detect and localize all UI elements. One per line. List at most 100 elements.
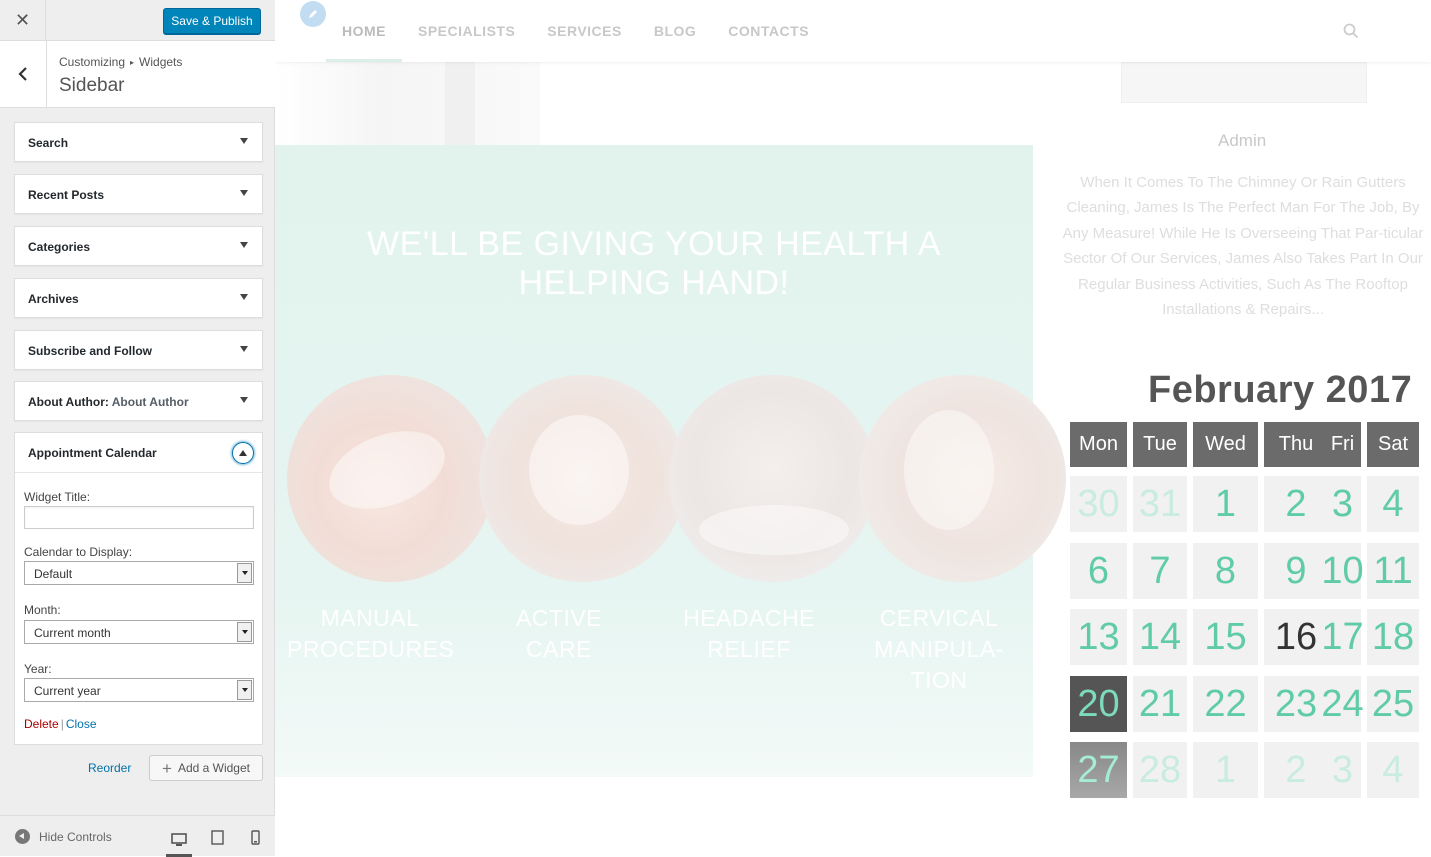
year-select[interactable]: Current year bbox=[24, 678, 254, 702]
service-label[interactable]: CERVICAL MANIPULA- TION bbox=[856, 603, 1022, 696]
widget-subscribe-follow[interactable]: Subscribe and Follow bbox=[14, 330, 263, 370]
add-widget-label: Add a Widget bbox=[177, 761, 250, 775]
calendar-day[interactable]: 27 bbox=[1070, 742, 1127, 798]
breadcrumb: Customizing ▸ Widgets bbox=[59, 55, 182, 69]
year-label: Year: bbox=[24, 662, 52, 676]
calendar-day[interactable]: 2 bbox=[1264, 476, 1328, 532]
service-image-active-care[interactable] bbox=[479, 375, 686, 582]
calendar-day[interactable]: 1 bbox=[1193, 742, 1258, 798]
widget-categories[interactable]: Categories bbox=[14, 226, 263, 266]
widget-header[interactable]: Appointment Calendar bbox=[15, 433, 262, 473]
back-button[interactable] bbox=[0, 41, 47, 107]
calendar-day[interactable]: 3 bbox=[1324, 742, 1361, 798]
calendar-day[interactable]: 2 bbox=[1264, 742, 1328, 798]
calendar-day[interactable]: 1 bbox=[1193, 476, 1258, 532]
calendar-day[interactable]: 18 bbox=[1367, 609, 1419, 665]
calendar-weekday-header: Fri bbox=[1324, 422, 1361, 467]
close-icon[interactable]: ✕ bbox=[0, 0, 46, 41]
service-label[interactable]: ACTIVE CARE bbox=[476, 603, 642, 665]
caret-down-icon[interactable] bbox=[240, 294, 248, 300]
calendar-day[interactable]: 11 bbox=[1367, 543, 1419, 599]
calendar-day[interactable]: 10 bbox=[1321, 543, 1364, 599]
service-label-line: TION bbox=[910, 667, 968, 693]
widget-search[interactable]: Search bbox=[14, 122, 263, 162]
service-label-line: MANUAL bbox=[320, 605, 420, 631]
calendar-day[interactable]: 16 bbox=[1264, 609, 1328, 665]
calendar-day[interactable]: 4 bbox=[1367, 742, 1419, 798]
calendar-day[interactable]: 20 bbox=[1070, 676, 1127, 732]
services-banner: WE'LL BE GIVING YOUR HEALTH A HELPING HA… bbox=[275, 145, 1066, 777]
customizer-panel: ✕ Save & Publish Customizing ▸ Widgets Sid… bbox=[0, 0, 275, 857]
calendar-day[interactable]: 22 bbox=[1193, 676, 1258, 732]
calendar-day[interactable]: 17 bbox=[1321, 609, 1364, 665]
hide-controls-button[interactable]: Hide Controls bbox=[15, 829, 112, 844]
customizer-topbar: ✕ Save & Publish bbox=[0, 0, 275, 41]
desktop-preview-icon[interactable] bbox=[166, 826, 192, 857]
calendar-day[interactable]: 24 bbox=[1321, 676, 1364, 732]
calendar-day[interactable]: 21 bbox=[1133, 676, 1187, 732]
widget-about-author[interactable]: About Author: About Author bbox=[14, 381, 263, 421]
caret-down-icon[interactable] bbox=[240, 190, 248, 196]
reorder-link[interactable]: Reorder bbox=[88, 761, 131, 775]
site-navigation: HOME SPECIALISTS SERVICES BLOG CONTACTS bbox=[275, 0, 1431, 62]
calendar-day[interactable]: 4 bbox=[1367, 476, 1419, 532]
service-image-headache-relief[interactable] bbox=[669, 375, 876, 582]
calendar-day[interactable]: 3 bbox=[1324, 476, 1361, 532]
nav-item-services[interactable]: SERVICES bbox=[531, 0, 638, 62]
nav-item-contacts[interactable]: CONTACTS bbox=[712, 0, 825, 62]
breadcrumb-separator-icon: ▸ bbox=[130, 58, 135, 67]
widget-title: Archives bbox=[28, 292, 79, 306]
calendar-day[interactable]: 6 bbox=[1070, 543, 1127, 599]
service-image-manual-procedures[interactable] bbox=[287, 375, 494, 582]
calendar-day[interactable]: 28 bbox=[1133, 742, 1187, 798]
widget-title-input[interactable] bbox=[24, 506, 254, 529]
dropdown-arrow-icon[interactable] bbox=[237, 563, 252, 583]
collapse-toggle-icon[interactable] bbox=[232, 442, 254, 464]
widget-title: About Author: About Author bbox=[28, 395, 189, 409]
calendar-day[interactable]: 9 bbox=[1264, 543, 1328, 599]
month-select[interactable]: Current month bbox=[24, 620, 254, 644]
calendar-day[interactable]: 25 bbox=[1367, 676, 1419, 732]
widget-title: Categories bbox=[28, 240, 91, 254]
dropdown-arrow-icon[interactable] bbox=[237, 680, 252, 700]
widget-title-label: Widget Title: bbox=[24, 490, 91, 504]
caret-down-icon[interactable] bbox=[240, 242, 248, 248]
service-image-cervical-manipulation[interactable] bbox=[859, 375, 1066, 582]
calendar-day[interactable]: 15 bbox=[1193, 609, 1258, 665]
author-name: Admin bbox=[1218, 131, 1267, 150]
caret-down-icon[interactable] bbox=[240, 346, 248, 352]
delete-link[interactable]: Delete bbox=[24, 717, 59, 731]
close-link[interactable]: Close bbox=[66, 717, 97, 731]
calendar-day[interactable]: 7 bbox=[1133, 543, 1187, 599]
calendar-day[interactable]: 13 bbox=[1070, 609, 1127, 665]
nav-item-home[interactable]: HOME bbox=[326, 0, 402, 62]
calendar-title: February 2017 bbox=[1148, 369, 1413, 411]
edit-shortcut-icon[interactable] bbox=[300, 1, 326, 27]
search-icon[interactable] bbox=[1343, 23, 1359, 44]
calendar-day[interactable]: 14 bbox=[1133, 609, 1187, 665]
mobile-preview-icon[interactable] bbox=[242, 826, 268, 848]
widget-archives[interactable]: Archives bbox=[14, 278, 263, 318]
caret-down-icon[interactable] bbox=[240, 397, 248, 403]
save-publish-button[interactable]: Save & Publish bbox=[163, 8, 261, 34]
nav-item-blog[interactable]: BLOG bbox=[638, 0, 712, 62]
service-label[interactable]: HEADACHE RELIEF bbox=[666, 603, 832, 665]
calendar-day[interactable]: 31 bbox=[1133, 476, 1187, 532]
caret-down-icon[interactable] bbox=[240, 138, 248, 144]
customizer-footer: Hide Controls bbox=[0, 815, 275, 857]
nav-item-specialists[interactable]: SPECIALISTS bbox=[402, 0, 531, 62]
breadcrumb-root: Customizing bbox=[59, 55, 126, 69]
tablet-preview-icon[interactable] bbox=[204, 826, 230, 848]
dropdown-arrow-icon[interactable] bbox=[237, 622, 252, 642]
service-label-line: HEADACHE bbox=[683, 605, 815, 631]
service-label[interactable]: MANUAL PROCEDURES bbox=[287, 603, 455, 665]
calendar-select[interactable]: Default bbox=[24, 561, 254, 585]
calendar-day[interactable]: 23 bbox=[1264, 676, 1328, 732]
widget-title-main: About Author: bbox=[28, 395, 109, 409]
calendar-day[interactable]: 30 bbox=[1070, 476, 1127, 532]
service-label-line: PROCEDURES bbox=[287, 636, 455, 662]
calendar-day[interactable]: 8 bbox=[1193, 543, 1258, 599]
calendar-weekday-header: Wed bbox=[1193, 422, 1258, 467]
add-widget-button[interactable]: + Add a Widget bbox=[149, 755, 263, 781]
widget-recent-posts[interactable]: Recent Posts bbox=[14, 174, 263, 214]
